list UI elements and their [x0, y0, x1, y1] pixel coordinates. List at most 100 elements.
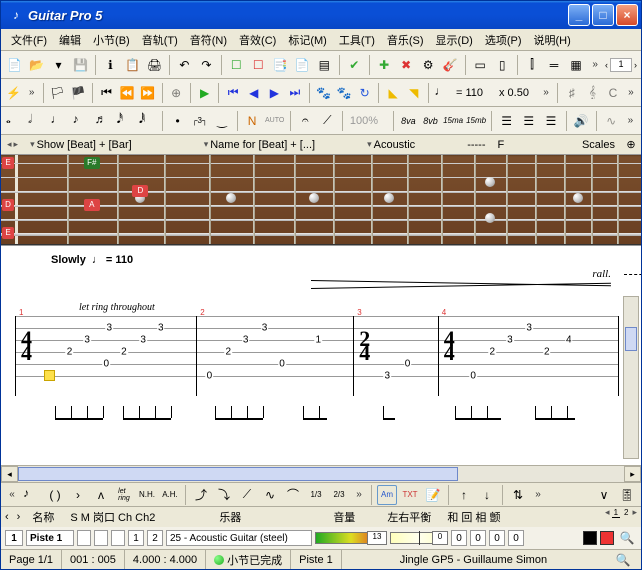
track-volume[interactable]: 13	[315, 532, 387, 544]
tab-note[interactable]: 4	[565, 335, 573, 346]
key-sharp-button[interactable]: ♯	[563, 83, 581, 103]
marker-list-button[interactable]: 🏴	[69, 83, 87, 103]
marker-prev-button[interactable]: ⏪	[118, 83, 136, 103]
horizontal-scrollbar[interactable]: ◂ ▸	[1, 465, 641, 482]
track-next-button[interactable]: ›	[17, 511, 21, 523]
fx-chord-button[interactable]: Am	[377, 485, 397, 505]
tempo-value[interactable]: = 110	[454, 87, 494, 99]
tie-button[interactable]: ‿	[212, 111, 231, 131]
menu-bar[interactable]: 小节(B)	[87, 29, 136, 50]
ottava-button[interactable]: 8va	[399, 111, 418, 131]
view-horizontal-button[interactable]: ═	[545, 55, 564, 75]
fx-paren-button[interactable]: ( )	[45, 485, 65, 505]
fx-tremolo-button[interactable]: ⤵	[214, 485, 234, 505]
track-colour-1[interactable]	[583, 531, 597, 545]
prev-button[interactable]: ◀	[245, 83, 263, 103]
menu-edit[interactable]: 编辑	[53, 29, 87, 50]
fx-slide-button[interactable]: ⟋	[237, 485, 257, 505]
fx-overflow1[interactable]: »	[352, 485, 366, 505]
undo-button[interactable]: ↶	[175, 55, 194, 75]
tab-note[interactable]: 0	[103, 359, 111, 370]
tab-note[interactable]: 2	[489, 347, 497, 358]
track-phaser[interactable]: 0	[489, 530, 505, 546]
play-button[interactable]: ▶	[196, 83, 214, 103]
toolbar3-overflow[interactable]: »	[624, 111, 637, 131]
filter-acoustic[interactable]: Acoustic	[374, 139, 416, 151]
tempo-mult[interactable]: x 0.50	[497, 87, 537, 99]
quarter-note-button[interactable]: ♩	[49, 111, 68, 131]
marker-in-button[interactable]: ◣	[384, 83, 402, 103]
view-vertical-button[interactable]: ⫿	[523, 55, 542, 75]
remove-track-button[interactable]: ✖	[397, 55, 416, 75]
sixtyfourth-note-button[interactable]: 𝅘𝅥𝅱	[138, 111, 157, 131]
eighth-note-button[interactable]: ♪	[71, 111, 90, 131]
tab-note[interactable]: 0	[404, 359, 412, 370]
score-area[interactable]: Slowly ♩ = 110 rall. let ring throughout…	[1, 245, 641, 465]
marker-next-button[interactable]: ⏩	[139, 83, 157, 103]
track-instrument[interactable]: 25 - Acoustic Guitar (steel)	[166, 530, 312, 546]
vscroll-thumb[interactable]	[625, 327, 637, 351]
track-tremolo[interactable]: 0	[508, 530, 524, 546]
tab-note[interactable]: 3	[506, 335, 514, 346]
fx-lyric-button[interactable]: 📝	[423, 485, 443, 505]
tempo-overflow[interactable]: »	[540, 83, 552, 103]
quind-button[interactable]: 15ma	[443, 111, 463, 131]
fx-overflow2[interactable]: »	[531, 485, 545, 505]
menu-display[interactable]: 显示(D)	[430, 29, 479, 50]
loop-button[interactable]: ↻	[356, 83, 374, 103]
midi-button[interactable]: ⚡	[5, 83, 23, 103]
tab-note[interactable]: 1	[314, 335, 322, 346]
next-button[interactable]: ▶	[266, 83, 284, 103]
tab-cursor[interactable]	[44, 370, 55, 381]
fx-grace-button[interactable]: ♪	[22, 485, 42, 505]
menu-file[interactable]: 文件(F)	[5, 29, 53, 50]
step-button[interactable]: 🐾	[315, 83, 333, 103]
check-button[interactable]: ✔	[345, 55, 364, 75]
auto-button[interactable]: AUTO	[265, 111, 285, 131]
vertical-scrollbar[interactable]	[623, 296, 639, 459]
key-flat-button[interactable]: 𝄞	[584, 83, 602, 103]
spacing1-button[interactable]: ☰	[497, 111, 516, 131]
maximize-button[interactable]: □	[592, 4, 614, 26]
tab-note[interactable]: 3	[525, 323, 533, 334]
track-ch2[interactable]: 2	[147, 530, 163, 546]
redo-button[interactable]: ↷	[197, 55, 216, 75]
tab-note[interactable]: 3	[384, 371, 392, 382]
fx-nh-button[interactable]: N.H.	[137, 485, 157, 505]
view-single-button[interactable]: ▭	[471, 55, 490, 75]
track-mute[interactable]	[94, 530, 108, 546]
track-ch[interactable]: 1	[128, 530, 144, 546]
wave-button[interactable]: ∿	[602, 111, 621, 131]
trackmini-2[interactable]: 2	[622, 508, 630, 517]
fx-hammer-button[interactable]: ⌒	[283, 485, 303, 505]
browse-button[interactable]: ▾	[49, 55, 68, 75]
track-port[interactable]	[111, 530, 125, 546]
score-info-button[interactable]: 📋	[123, 55, 142, 75]
menu-music[interactable]: 音乐(S)	[381, 29, 430, 50]
save-button[interactable]: 💾	[71, 55, 90, 75]
tab-note[interactable]: 2	[120, 347, 128, 358]
page-prev-button[interactable]: ‹	[605, 60, 608, 70]
tab-note[interactable]: 2	[225, 347, 233, 358]
tab-note[interactable]: 3	[105, 323, 113, 334]
trackmini-next[interactable]: ▸	[632, 507, 637, 518]
marker-first-button[interactable]: ⏮	[98, 83, 116, 103]
filter-namefor[interactable]: Name for [Beat] + [...]	[210, 139, 315, 151]
last-button[interactable]: ⏭	[286, 83, 304, 103]
tab-note[interactable]: 2	[543, 347, 551, 358]
track-chorus[interactable]: 0	[451, 530, 467, 546]
tab-note[interactable]: 3	[261, 323, 269, 334]
menu-marker[interactable]: 标记(M)	[282, 29, 333, 50]
paste-bar-button[interactable]: 📄	[293, 55, 312, 75]
toolbar2-overflow[interactable]: »	[625, 83, 637, 103]
trackmini-prev[interactable]: ◂	[605, 507, 610, 518]
track-prev-button[interactable]: ‹	[5, 511, 9, 523]
tab-note[interactable]: 2	[66, 347, 74, 358]
track-reverb[interactable]: 0	[470, 530, 486, 546]
filter-scales[interactable]: Scales	[582, 139, 615, 151]
open-file-button[interactable]: 📂	[27, 55, 46, 75]
trackmini-1[interactable]: 1	[612, 508, 620, 518]
info-button[interactable]: ℹ	[101, 55, 120, 75]
fx-accent-button[interactable]: ›	[68, 485, 88, 505]
first-button[interactable]: ⏮	[224, 83, 242, 103]
